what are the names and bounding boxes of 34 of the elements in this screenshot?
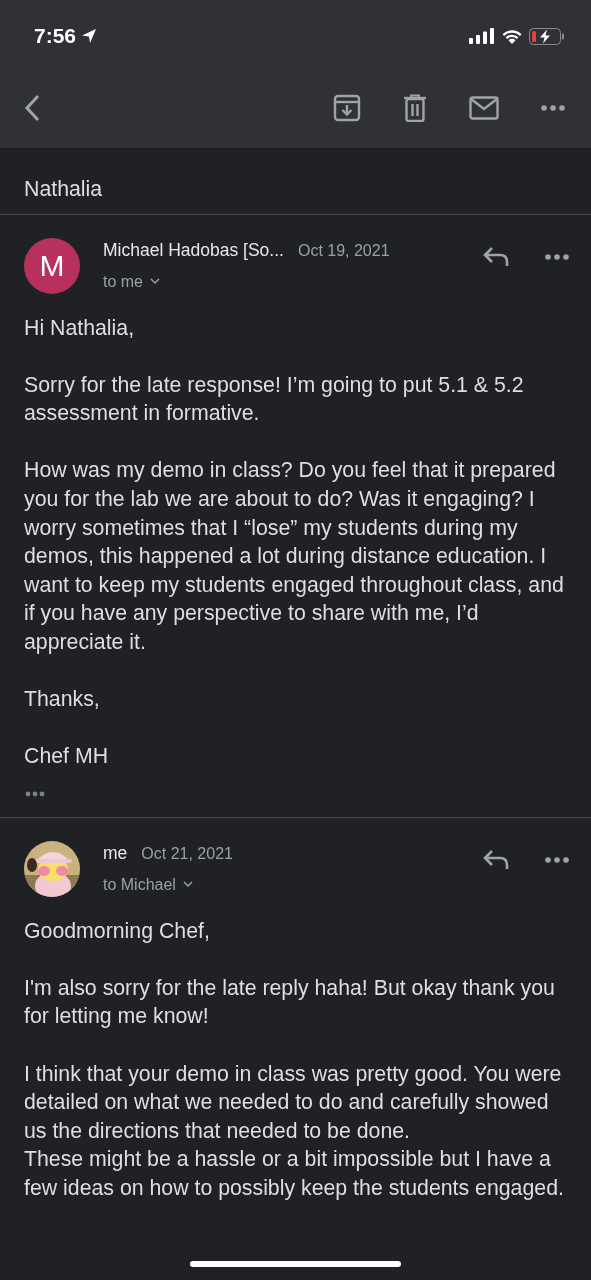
recipient-toggle[interactable]: to Michael — [103, 875, 193, 894]
recipient-toggle[interactable]: to me — [103, 272, 160, 291]
message-text: These might be a hassle or a bit impossible but I have a few ideas on how to possibly keep the students engaged. — [24, 1146, 565, 1202]
avatar: M — [24, 237, 80, 294]
status-time: 7:56 — [34, 24, 77, 48]
sender-name: me — [103, 842, 128, 864]
signal-icon — [469, 28, 495, 44]
reply-icon[interactable] — [482, 848, 509, 871]
trash-icon[interactable] — [403, 94, 427, 122]
more-icon[interactable] — [545, 253, 569, 260]
message-date: Oct 19, 2021 — [297, 241, 390, 260]
message-text: Nathalia — [24, 176, 104, 203]
archive-icon[interactable] — [333, 94, 361, 122]
message-text: Sorry for the late response! I’m going to put 5.1 & 5.2 assessment in formative. — [24, 371, 525, 428]
chevron-down-icon — [150, 278, 160, 286]
wifi-icon — [501, 28, 523, 44]
message-text: Goodmorning Chef, — [24, 917, 211, 945]
battery-charging-icon — [529, 27, 565, 45]
back-icon[interactable] — [24, 94, 40, 122]
show-trimmed-icon[interactable] — [25, 790, 45, 797]
location-arrow-icon — [81, 28, 98, 44]
message-text: Chef MH — [24, 743, 110, 771]
message-text: How was my demo in class? Do you feel that it prepared you for the lab we are about to do? Was it engaging? I worry sometimes that I “lose” my students during my demos, this happened a lot during distance education. I want to keep my students engaged throughout class, and if you have any perspective to share with me, I’d appreciate it. — [24, 457, 565, 656]
message-text: I'm also sorry for the late reply haha! But okay thank you for letting me know! — [24, 974, 556, 1031]
message-text: Hi Nathalia, — [24, 314, 136, 342]
more-icon[interactable] — [541, 105, 565, 111]
message-text: I think that your demo in class was pretty good. You were detailed on what we needed to do and carefully showed us the directions that needed to be done. — [24, 1060, 563, 1145]
reply-icon[interactable] — [482, 245, 509, 268]
mail-icon[interactable] — [469, 96, 499, 120]
more-icon[interactable] — [545, 856, 569, 863]
sender-name: Michael Hadobas [So... — [103, 239, 284, 261]
chevron-down-icon — [182, 881, 193, 889]
message-date: Oct 21, 2021 — [141, 844, 233, 863]
message-text: Thanks, — [24, 686, 101, 714]
